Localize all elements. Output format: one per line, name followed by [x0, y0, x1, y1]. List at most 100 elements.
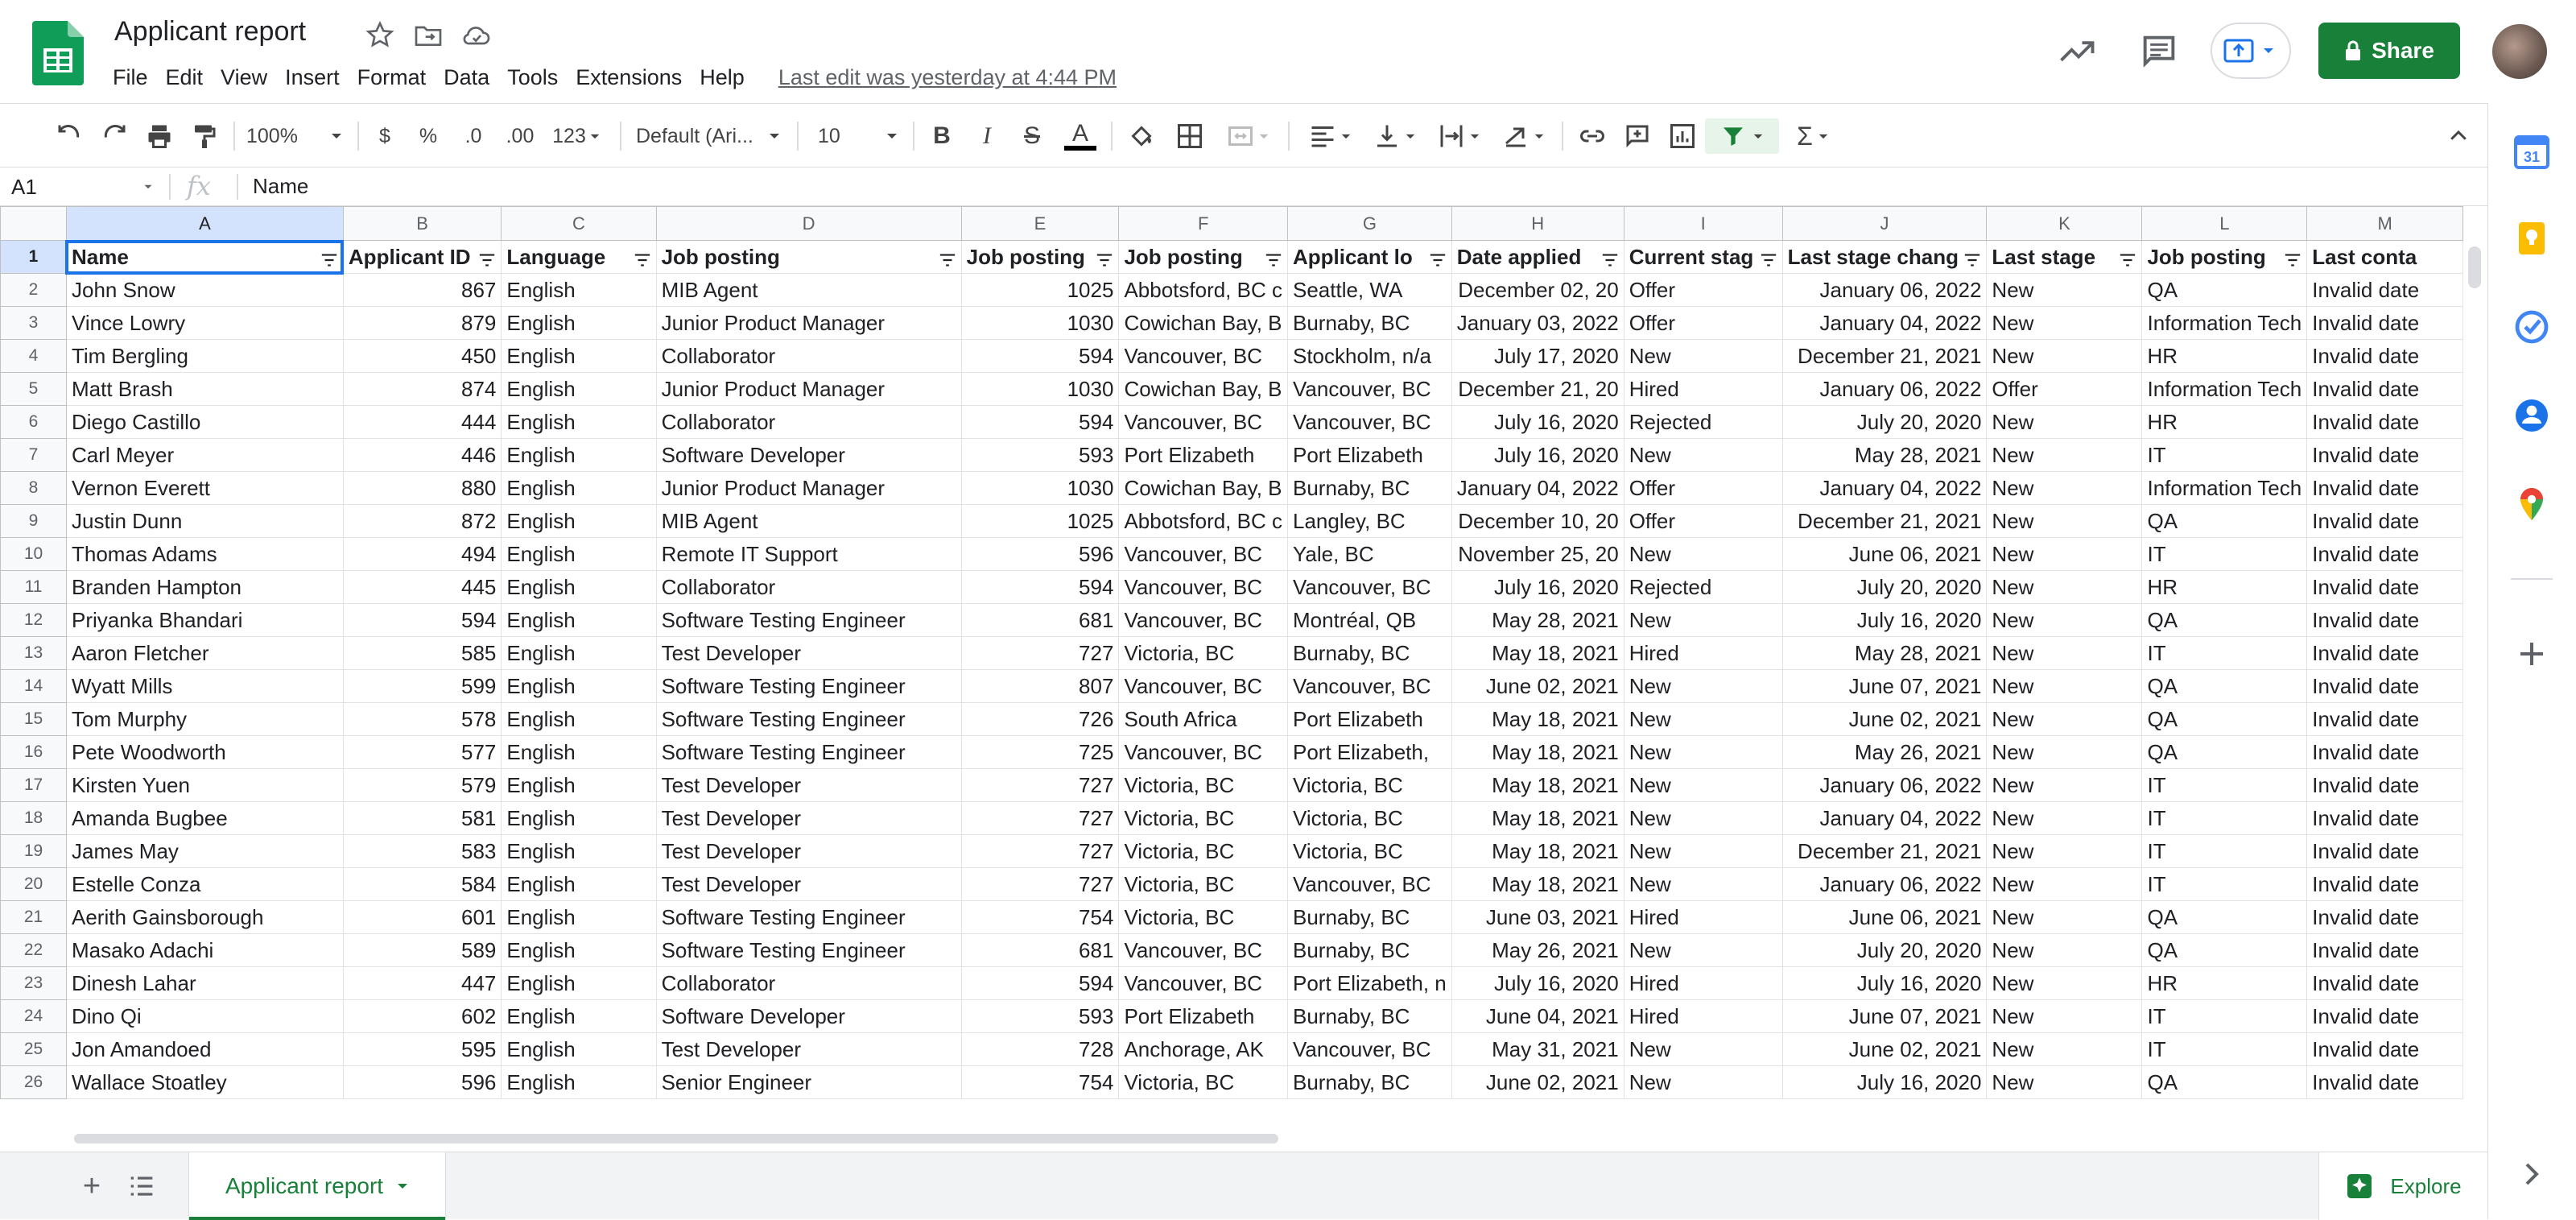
add-sheet-button[interactable]: + — [76, 1170, 108, 1202]
table-cell[interactable]: Vancouver, BC — [1118, 966, 1288, 1000]
table-cell[interactable]: Victoria, BC — [1286, 768, 1452, 802]
table-cell[interactable]: IT — [2141, 834, 2308, 868]
vertical-align-icon[interactable] — [1365, 118, 1423, 154]
header-cell[interactable]: Job posting — [2141, 240, 2308, 274]
table-cell[interactable]: Invalid date — [2306, 603, 2463, 637]
filter-icon[interactable] — [1601, 249, 1619, 267]
table-cell[interactable]: 444 — [342, 405, 502, 439]
vertical-scrollbar[interactable] — [2465, 242, 2487, 1127]
table-cell[interactable]: English — [501, 273, 657, 307]
column-header-e[interactable]: E — [960, 206, 1120, 241]
currency-format-button[interactable]: $ — [370, 118, 399, 154]
table-cell[interactable]: Invalid date — [2306, 471, 2463, 505]
menu-edit[interactable]: Edit — [166, 65, 213, 90]
row-header[interactable]: 1 — [0, 240, 67, 274]
table-cell[interactable]: Dinesh Lahar — [65, 966, 344, 1000]
table-cell[interactable]: HR — [2141, 966, 2308, 1000]
table-cell[interactable]: IT — [2141, 537, 2308, 571]
table-cell[interactable]: New — [1986, 471, 2143, 505]
maps-icon[interactable] — [2512, 485, 2551, 523]
column-header-b[interactable]: B — [342, 206, 502, 241]
text-wrap-icon[interactable] — [1430, 118, 1488, 154]
table-cell[interactable]: Collaborator — [655, 339, 962, 373]
table-cell[interactable]: Invalid date — [2306, 372, 2463, 406]
table-cell[interactable]: New — [1986, 405, 2143, 439]
table-cell[interactable]: Tom Murphy — [65, 702, 344, 736]
table-cell[interactable]: 754 — [960, 900, 1120, 934]
functions-button[interactable]: Σ — [1787, 118, 1839, 154]
table-cell[interactable]: IT — [2141, 867, 2308, 901]
filter-icon[interactable] — [1429, 249, 1447, 267]
table-cell[interactable]: IT — [2141, 999, 2308, 1033]
table-cell[interactable]: QA — [2141, 504, 2308, 538]
table-cell[interactable]: English — [501, 438, 657, 472]
table-cell[interactable]: John Snow — [65, 273, 344, 307]
table-cell[interactable]: 594 — [960, 570, 1120, 604]
table-cell[interactable]: Junior Product Manager — [655, 372, 962, 406]
horizontal-scroll-thumb[interactable] — [74, 1134, 1278, 1143]
table-cell[interactable]: Port Elizabeth — [1286, 702, 1452, 736]
table-cell[interactable]: December 21, 20 — [1451, 372, 1624, 406]
table-cell[interactable]: Dino Qi — [65, 999, 344, 1033]
table-cell[interactable]: Aerith Gainsborough — [65, 900, 344, 934]
filter-icon[interactable] — [1265, 249, 1282, 267]
table-cell[interactable]: Vancouver, BC — [1118, 570, 1288, 604]
table-cell[interactable]: 727 — [960, 801, 1120, 835]
table-cell[interactable]: New — [1986, 504, 2143, 538]
table-cell[interactable]: English — [501, 768, 657, 802]
table-cell[interactable]: 727 — [960, 834, 1120, 868]
table-cell[interactable]: 874 — [342, 372, 502, 406]
table-cell[interactable]: Wyatt Mills — [65, 669, 344, 703]
table-cell[interactable]: January 03, 2022 — [1451, 306, 1624, 340]
table-cell[interactable]: Invalid date — [2306, 504, 2463, 538]
borders-icon[interactable] — [1172, 118, 1208, 154]
menu-tools[interactable]: Tools — [507, 65, 568, 90]
more-formats-button[interactable]: 123 — [547, 118, 605, 154]
table-cell[interactable]: New — [1986, 306, 2143, 340]
table-cell[interactable]: January 04, 2022 — [1451, 471, 1624, 505]
table-cell[interactable]: Justin Dunn — [65, 504, 344, 538]
filter-icon[interactable] — [2119, 249, 2136, 267]
menu-view[interactable]: View — [221, 65, 277, 90]
text-rotation-icon[interactable] — [1494, 118, 1552, 154]
table-cell[interactable]: QA — [2141, 900, 2308, 934]
table-cell[interactable]: New — [1986, 537, 2143, 571]
menu-insert[interactable]: Insert — [285, 65, 349, 90]
table-cell[interactable]: 726 — [960, 702, 1120, 736]
table-cell[interactable]: Invalid date — [2306, 1065, 2463, 1099]
filter-icon[interactable] — [1096, 249, 1113, 267]
table-cell[interactable]: Invalid date — [2306, 438, 2463, 472]
table-cell[interactable]: Vancouver, BC — [1286, 1032, 1452, 1066]
table-cell[interactable]: 879 — [342, 306, 502, 340]
table-cell[interactable]: English — [501, 801, 657, 835]
table-cell[interactable]: Burnaby, BC — [1286, 900, 1452, 934]
table-cell[interactable]: Invalid date — [2306, 669, 2463, 703]
table-cell[interactable]: New — [1623, 438, 1783, 472]
table-cell[interactable]: New — [1623, 1032, 1783, 1066]
row-header[interactable]: 7 — [0, 438, 67, 472]
table-cell[interactable]: December 21, 2021 — [1781, 339, 1988, 373]
column-header-j[interactable]: J — [1781, 206, 1988, 241]
table-cell[interactable]: 1025 — [960, 273, 1120, 307]
table-cell[interactable]: Vancouver, BC — [1118, 537, 1288, 571]
table-cell[interactable]: New — [1986, 339, 2143, 373]
table-cell[interactable]: Vancouver, BC — [1118, 933, 1288, 967]
row-header[interactable]: 9 — [0, 504, 67, 538]
table-cell[interactable]: English — [501, 669, 657, 703]
table-cell[interactable]: Test Developer — [655, 801, 962, 835]
table-cell[interactable]: New — [1986, 735, 2143, 769]
table-cell[interactable]: Test Developer — [655, 636, 962, 670]
table-cell[interactable]: Senior Engineer — [655, 1065, 962, 1099]
table-cell[interactable]: July 16, 2020 — [1451, 405, 1624, 439]
table-cell[interactable]: Victoria, BC — [1118, 636, 1288, 670]
table-cell[interactable]: QA — [2141, 933, 2308, 967]
menu-format[interactable]: Format — [357, 65, 436, 90]
table-cell[interactable]: Seattle, WA — [1286, 273, 1452, 307]
table-cell[interactable]: 1030 — [960, 306, 1120, 340]
table-cell[interactable]: Burnaby, BC — [1286, 636, 1452, 670]
table-cell[interactable]: June 02, 2021 — [1451, 1065, 1624, 1099]
table-cell[interactable]: New — [1986, 834, 2143, 868]
italic-button[interactable]: I — [971, 118, 1003, 154]
table-cell[interactable]: Carl Meyer — [65, 438, 344, 472]
expand-panel-icon[interactable] — [2512, 1155, 2551, 1193]
